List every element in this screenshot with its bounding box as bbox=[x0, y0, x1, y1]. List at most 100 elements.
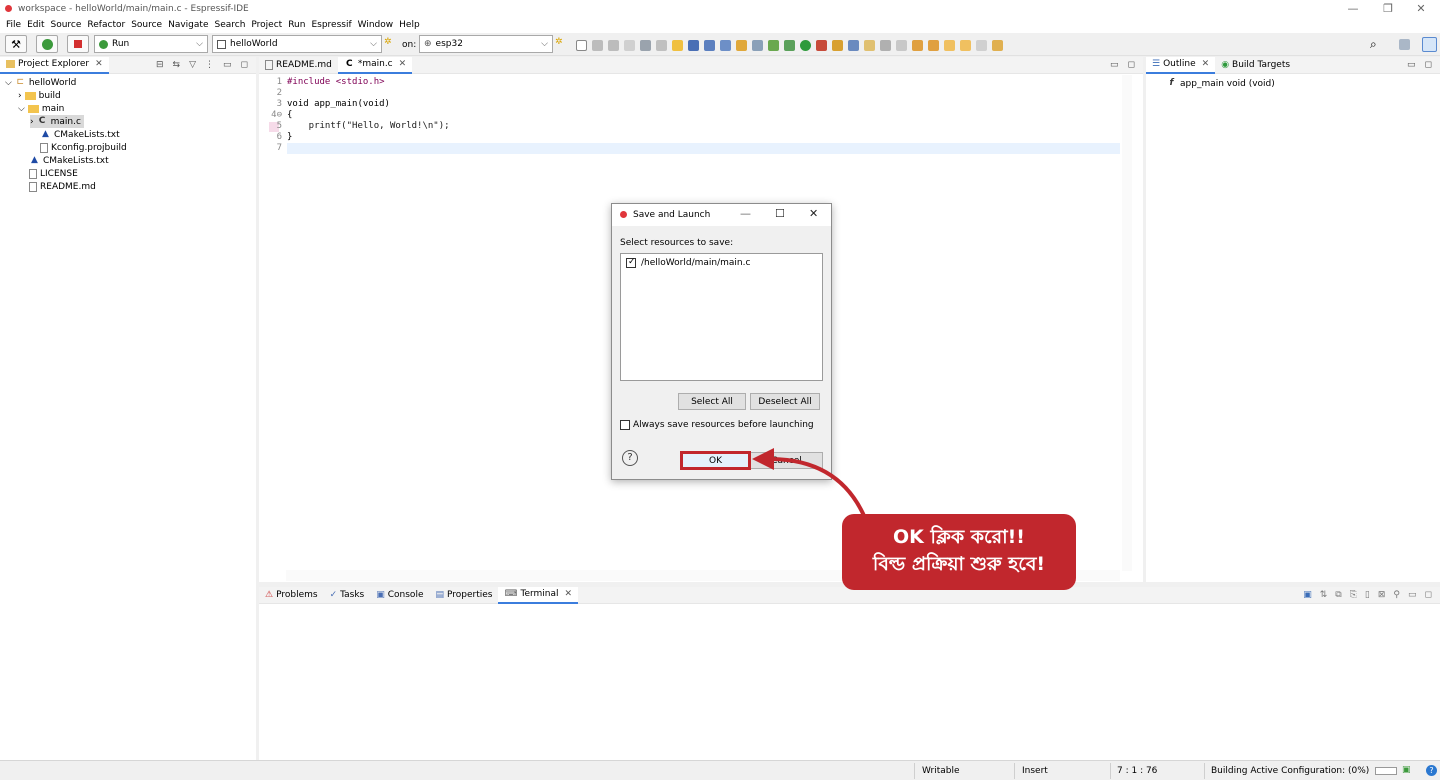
tab-console[interactable]: ▣ Console bbox=[370, 587, 429, 604]
prev-annotation-icon[interactable] bbox=[928, 39, 939, 51]
maximize-view-icon[interactable]: ◻ bbox=[1425, 60, 1432, 70]
tab-project-explorer[interactable]: Project Explorer ✕ bbox=[0, 56, 109, 74]
tab-terminal[interactable]: ⌨ Terminal ✕ bbox=[498, 586, 579, 604]
minimize-view-icon[interactable]: ▭ bbox=[223, 60, 232, 70]
tree-item-cmakelists-main[interactable]: ▲ CMakeLists.txt bbox=[40, 128, 120, 141]
menu-file[interactable]: File bbox=[6, 18, 21, 33]
run-circle-icon[interactable] bbox=[800, 39, 811, 51]
menu-espressif[interactable]: Espressif bbox=[311, 18, 351, 33]
annotation-icon[interactable] bbox=[864, 39, 875, 51]
tree-item-readme[interactable]: README.md bbox=[29, 180, 96, 193]
clear-icon[interactable]: ▯ bbox=[1365, 590, 1370, 600]
resource-item[interactable]: /helloWorld/main/main.c bbox=[626, 257, 750, 268]
pin-icon[interactable]: ⚲ bbox=[1393, 590, 1400, 600]
collapse-all-icon[interactable]: ⊟ bbox=[156, 60, 164, 70]
tree-item-helloworld[interactable]: ⌵ ⊏ helloWorld bbox=[5, 76, 76, 89]
stop-button[interactable] bbox=[67, 35, 89, 53]
launch-mode-select[interactable]: Run ⌵ bbox=[94, 35, 208, 53]
tab-build-targets[interactable]: ◉ Build Targets bbox=[1215, 57, 1296, 74]
print-icon[interactable] bbox=[656, 39, 667, 51]
save-all-icon[interactable] bbox=[608, 39, 619, 51]
minimize-view-icon[interactable]: ▭ bbox=[1408, 590, 1417, 600]
outline-item[interactable]: f app_main void (void) bbox=[1166, 77, 1275, 90]
close-window-button[interactable]: ✕ bbox=[1406, 1, 1436, 17]
new-file-icon[interactable] bbox=[752, 39, 763, 51]
close-icon[interactable]: ✕ bbox=[95, 59, 103, 69]
open-terminal-icon[interactable]: ▣ bbox=[1303, 590, 1312, 600]
help-icon[interactable]: ? bbox=[622, 450, 638, 466]
skip-breakpoints-icon[interactable] bbox=[704, 39, 715, 51]
whitespace-icon[interactable] bbox=[896, 39, 907, 51]
launch-config-select[interactable]: helloWorld ⌵ bbox=[212, 35, 382, 53]
tab-tasks[interactable]: ✓ Tasks bbox=[324, 587, 371, 604]
debug-icon[interactable] bbox=[624, 39, 635, 51]
tab-problems[interactable]: ⚠ Problems bbox=[259, 587, 324, 604]
tree-item-license[interactable]: LICENSE bbox=[29, 167, 78, 180]
debug-bug-icon[interactable] bbox=[784, 39, 795, 51]
code-line[interactable]: void app_main(void) bbox=[287, 99, 390, 109]
launch-config-gear-icon[interactable]: ✲ bbox=[384, 37, 392, 47]
build-all-icon[interactable] bbox=[640, 39, 651, 51]
maximize-view-icon[interactable]: ◻ bbox=[1128, 60, 1135, 70]
progress-view-icon[interactable]: ▣ bbox=[1402, 765, 1411, 775]
open-type-icon[interactable] bbox=[832, 39, 843, 51]
tree-item-main-folder[interactable]: ⌵ main bbox=[18, 102, 64, 115]
new-project-icon[interactable] bbox=[720, 39, 731, 51]
tab-readme[interactable]: README.md bbox=[259, 57, 338, 74]
filter-icon[interactable]: ▽ bbox=[189, 60, 196, 70]
minimize-view-icon[interactable]: ▭ bbox=[1110, 60, 1119, 70]
editor-vertical-scrollbar[interactable] bbox=[1122, 75, 1132, 571]
select-all-button[interactable]: Select All bbox=[678, 393, 746, 410]
code-line[interactable]: printf("Hello, World!\n"); bbox=[287, 121, 450, 131]
link-editor-icon[interactable]: ⇆ bbox=[173, 60, 181, 70]
resources-list[interactable]: /helloWorld/main/main.c bbox=[620, 253, 823, 381]
last-edit-icon[interactable] bbox=[944, 39, 955, 51]
menu-navigate[interactable]: Navigate bbox=[168, 18, 208, 33]
code-line[interactable]: } bbox=[287, 132, 292, 142]
dialog-maximize-button[interactable]: ☐ bbox=[775, 207, 785, 220]
scroll-lock-icon[interactable]: ⇅ bbox=[1320, 590, 1328, 600]
code-line[interactable]: { bbox=[287, 110, 292, 120]
tab-properties[interactable]: ▤ Properties bbox=[429, 587, 498, 604]
toggle-mark-icon[interactable] bbox=[672, 39, 683, 51]
tab-main-c[interactable]: C *main.c ✕ bbox=[337, 56, 413, 74]
tree-item-main-c[interactable]: › C main.c bbox=[30, 115, 84, 128]
new-class-icon[interactable] bbox=[768, 39, 779, 51]
close-icon[interactable]: ✕ bbox=[565, 589, 573, 599]
menu-refactor[interactable]: Refactor bbox=[87, 18, 125, 33]
block-icon[interactable] bbox=[880, 39, 891, 51]
target-gear-icon[interactable]: ✲ bbox=[555, 37, 563, 47]
tree-item-cmakelists-root[interactable]: ▲ CMakeLists.txt bbox=[29, 154, 109, 167]
paste-icon[interactable]: ⎘ bbox=[1350, 590, 1357, 600]
tree-item-build[interactable]: › build bbox=[18, 89, 61, 102]
menu-source-2[interactable]: Source bbox=[131, 18, 162, 33]
next-annotation-icon[interactable] bbox=[912, 39, 923, 51]
pin-icon[interactable] bbox=[992, 39, 1003, 51]
dialog-minimize-button[interactable]: — bbox=[740, 207, 751, 220]
info-icon[interactable]: ? bbox=[1426, 765, 1437, 776]
menu-search[interactable]: Search bbox=[214, 18, 245, 33]
forward-icon[interactable] bbox=[976, 39, 987, 51]
search-tool-icon[interactable] bbox=[848, 39, 859, 51]
close-icon[interactable]: ✕ bbox=[1202, 59, 1210, 69]
launch-button[interactable] bbox=[36, 35, 58, 53]
resource-checkbox[interactable] bbox=[626, 257, 636, 268]
deselect-all-button[interactable]: Deselect All bbox=[750, 393, 820, 410]
menu-edit[interactable]: Edit bbox=[27, 18, 44, 33]
maximize-view-icon[interactable]: ◻ bbox=[1425, 590, 1432, 600]
copy-icon[interactable]: ⧉ bbox=[1335, 590, 1341, 600]
dialog-close-button[interactable]: ✕ bbox=[809, 207, 818, 220]
new-folder-icon[interactable] bbox=[736, 39, 747, 51]
minimize-view-icon[interactable]: ▭ bbox=[1407, 60, 1416, 70]
code-line[interactable]: #include <stdio.h> bbox=[287, 77, 385, 87]
close-icon[interactable]: ✕ bbox=[399, 59, 407, 69]
always-save-checkbox[interactable] bbox=[620, 420, 630, 430]
menu-window[interactable]: Window bbox=[358, 18, 394, 33]
menu-run[interactable]: Run bbox=[288, 18, 305, 33]
search-icon[interactable]: ⌕ bbox=[1370, 37, 1377, 52]
build-button[interactable]: ⚒ bbox=[5, 35, 27, 53]
tree-item-kconfig[interactable]: Kconfig.projbuild bbox=[40, 141, 127, 154]
restore-button[interactable]: ❐ bbox=[1373, 1, 1403, 17]
maximize-view-icon[interactable]: ◻ bbox=[241, 60, 248, 70]
target-select[interactable]: ⊕ esp32 ⌵ bbox=[419, 35, 553, 53]
